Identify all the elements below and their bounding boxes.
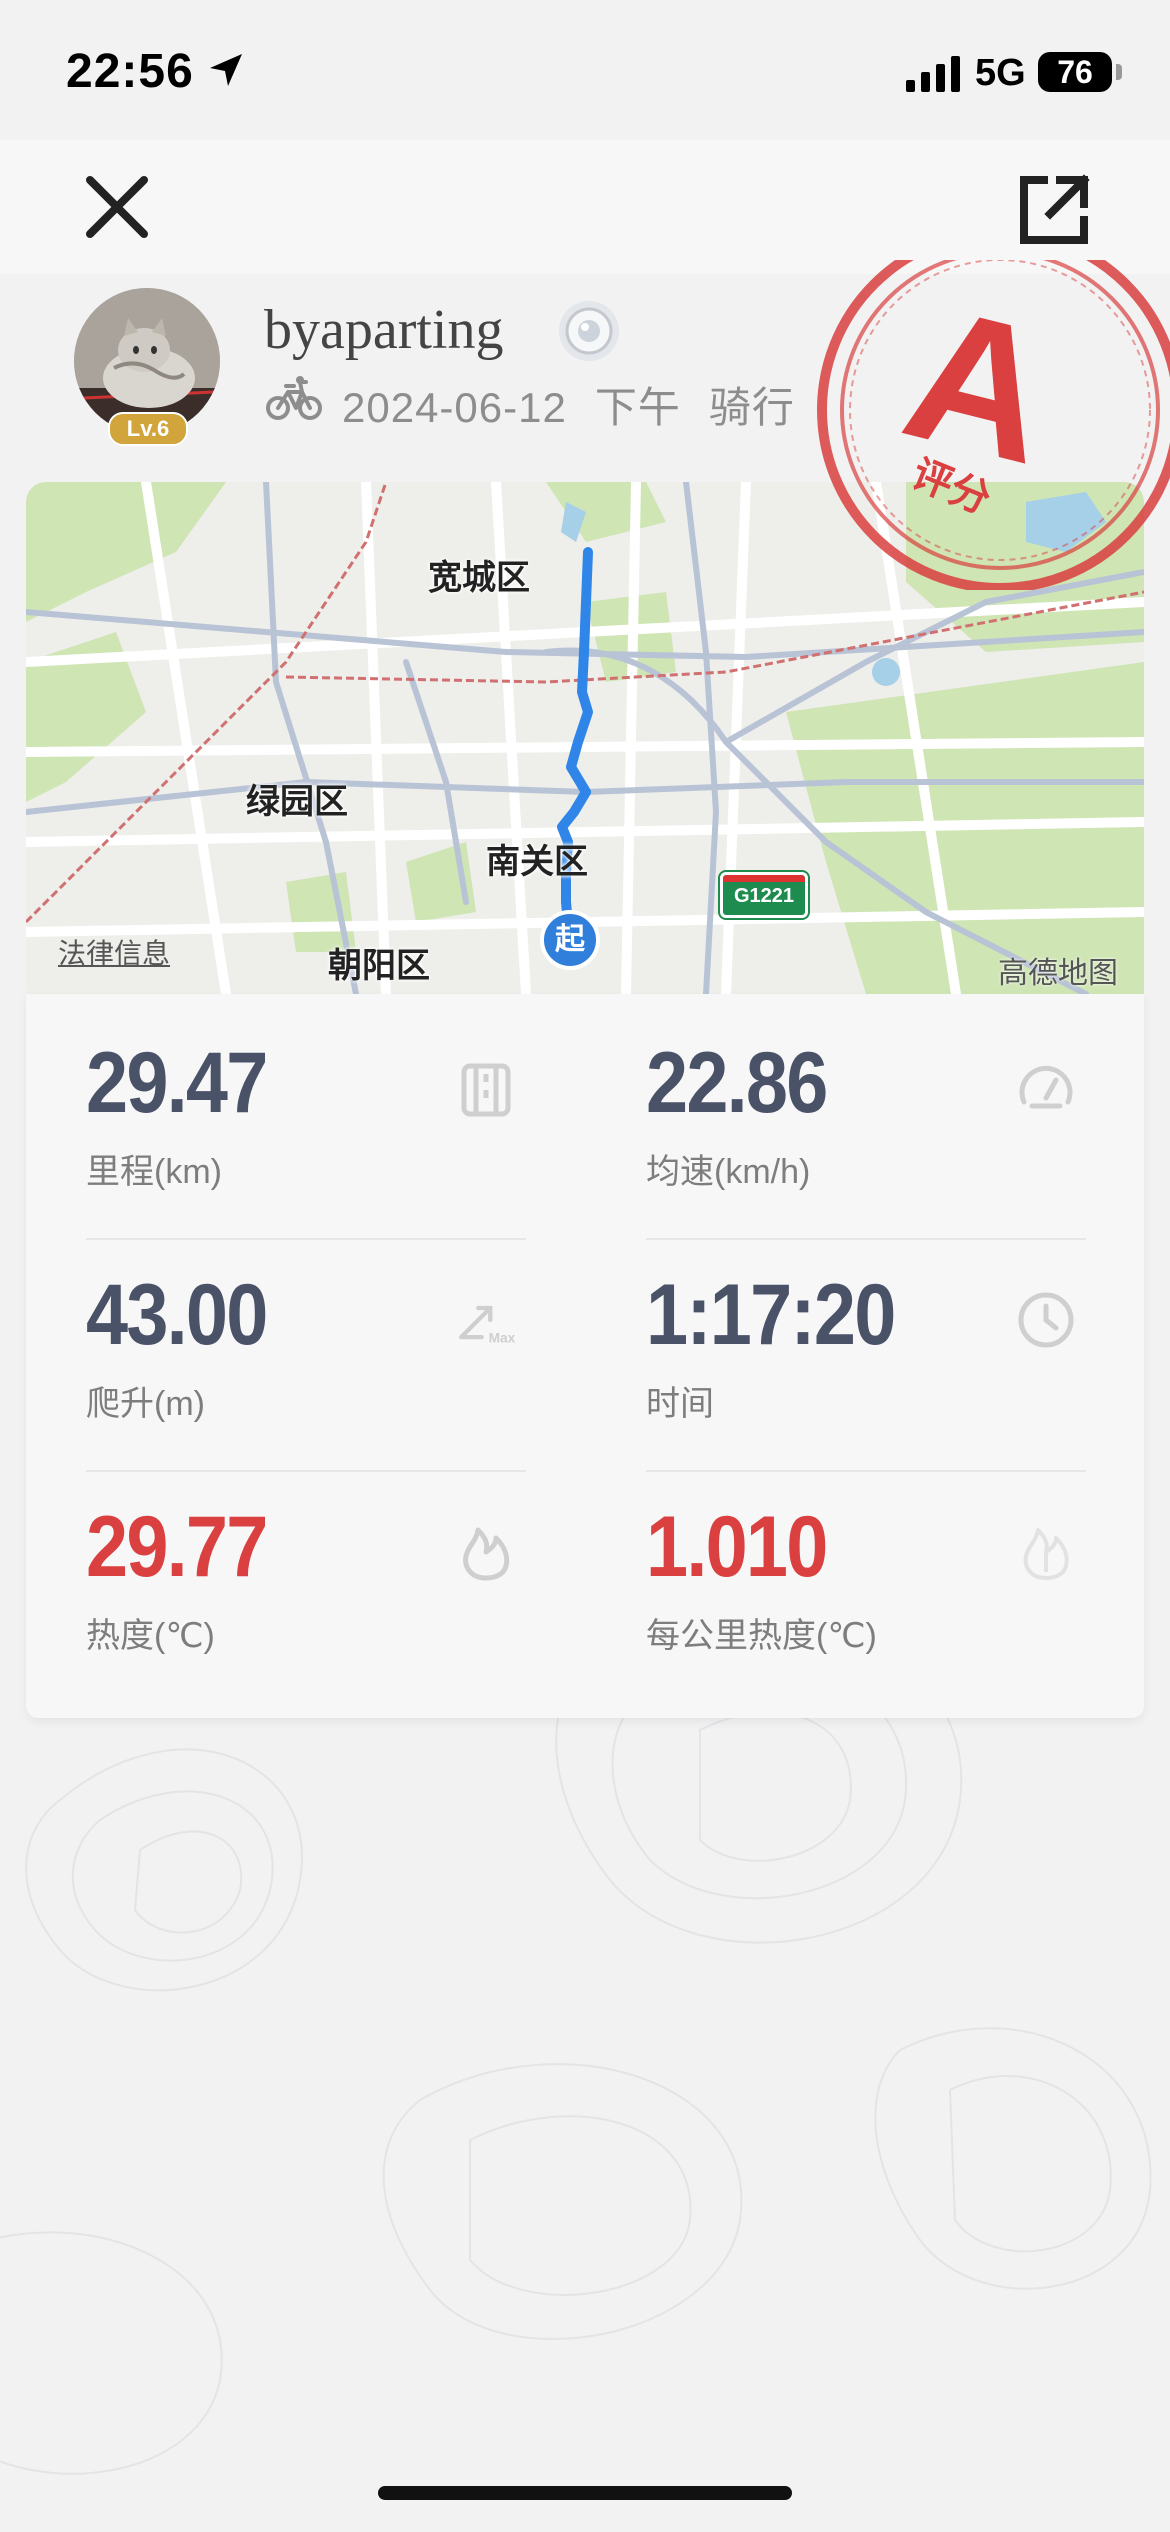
map-label-nanguan: 南关区 xyxy=(486,843,588,881)
home-indicator[interactable] xyxy=(378,2486,792,2500)
map-label-lvyuan: 绿园区 xyxy=(246,783,348,821)
clock-icon xyxy=(1018,1292,1074,1348)
activity-type: 骑行 xyxy=(708,384,795,431)
duration-value: 1:17:20 xyxy=(646,1267,896,1363)
bicycle-icon xyxy=(266,376,322,420)
activity-meta: 2024-06-12 下午 骑行 xyxy=(342,374,823,435)
username[interactable]: byaparting xyxy=(264,298,503,362)
climb-max-icon: Max xyxy=(459,1305,516,1345)
climb-label: 爬升(m) xyxy=(86,1385,205,1423)
heat-per-km-label: 每公里热度(℃) xyxy=(646,1617,877,1655)
cellular-signal-icon xyxy=(906,56,960,92)
network-type: 5G xyxy=(975,52,1026,94)
svg-text:Max: Max xyxy=(489,1330,516,1345)
map-legal-link[interactable]: 法律信息 xyxy=(58,932,170,972)
heat-label: 热度(℃) xyxy=(86,1617,215,1655)
flame-icon xyxy=(463,1527,510,1581)
heat-per-km-value: 1.010 xyxy=(646,1499,828,1595)
duration-label: 时间 xyxy=(646,1385,714,1423)
level-badge: Lv.6 xyxy=(108,412,188,446)
location-arrow-icon xyxy=(210,54,242,86)
close-icon[interactable] xyxy=(80,170,154,244)
speedometer-icon xyxy=(1019,1065,1073,1109)
stat-heat: 29.77 热度(℃) xyxy=(86,1458,526,1688)
avg-speed-label: 均速(km/h) xyxy=(646,1153,811,1191)
battery-tip xyxy=(1116,64,1122,80)
activity-period: 下午 xyxy=(594,384,681,431)
highway-shield: G1221 xyxy=(718,870,810,920)
map-label-kuancheng: 宽城区 xyxy=(428,559,530,597)
status-bar: 22:56 5G 76 xyxy=(0,0,1170,140)
stat-distance: 29.47 里程(km) xyxy=(86,994,526,1224)
flame-outline-icon xyxy=(1023,1528,1069,1580)
map-label-chaoyang: 朝阳区 xyxy=(328,947,430,985)
stats-card: 29.47 里程(km) 22.86 均速(km/h) 43.00 爬升(m) … xyxy=(26,994,1144,1718)
share-export-icon[interactable] xyxy=(1014,170,1094,250)
heat-value: 29.77 xyxy=(86,1499,268,1595)
route-map[interactable]: 宽城区 绿园区 南关区 朝阳区 法律信息 高德地图 G1221 起 xyxy=(26,482,1144,994)
status-time: 22:56 xyxy=(66,45,194,98)
medal-badge-icon[interactable] xyxy=(556,298,622,364)
profile-header: Lv.6 byaparting 2024-06-12 下午 骑行 xyxy=(0,274,1170,474)
route-start-marker: 起 xyxy=(540,910,600,970)
stat-climb: 43.00 爬升(m) Max xyxy=(86,1226,526,1456)
distance-label: 里程(km) xyxy=(86,1153,222,1191)
battery-level: 76 xyxy=(1057,54,1093,90)
activity-date: 2024-06-12 xyxy=(342,384,567,431)
avg-speed-value: 22.86 xyxy=(646,1035,828,1131)
stat-heat-per-km: 1.010 每公里热度(℃) xyxy=(646,1458,1086,1688)
map-provider-logo: 高德地图 xyxy=(998,957,1118,990)
climb-value: 43.00 xyxy=(86,1267,268,1363)
stat-avg-speed: 22.86 均速(km/h) xyxy=(646,994,1086,1224)
nav-bar xyxy=(0,140,1170,274)
road-icon xyxy=(461,1063,511,1117)
battery-icon: 76 xyxy=(1038,52,1112,92)
stat-duration: 1:17:20 时间 xyxy=(646,1226,1086,1456)
distance-value: 29.47 xyxy=(86,1035,268,1131)
